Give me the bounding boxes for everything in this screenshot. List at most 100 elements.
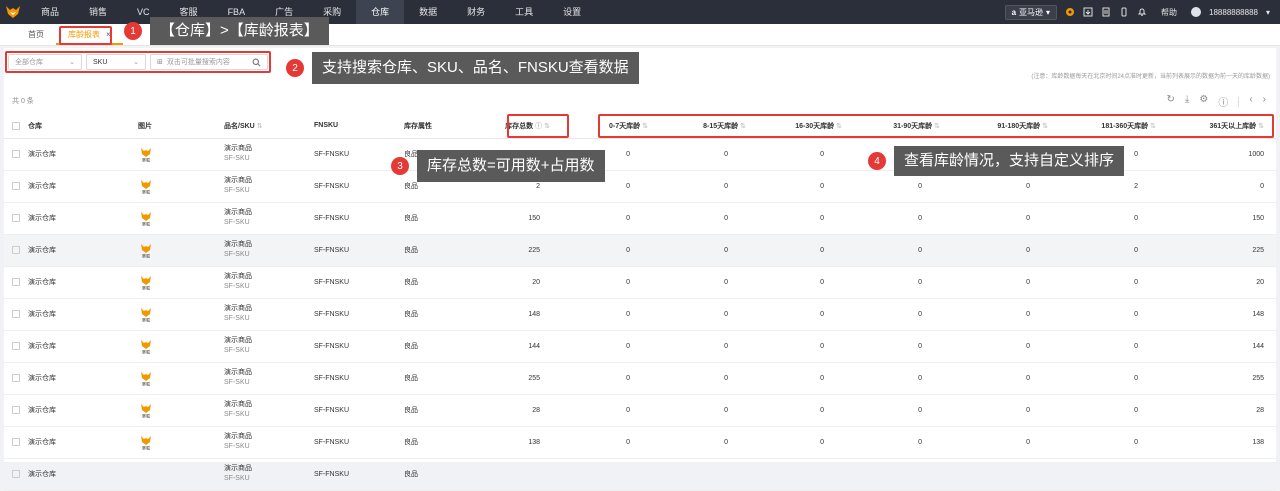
age-cell: 0 bbox=[846, 266, 944, 299]
sort-icon[interactable]: ⇅ bbox=[257, 123, 263, 130]
row-checkbox[interactable] bbox=[12, 406, 20, 414]
refresh-icon[interactable]: ↻ bbox=[1167, 94, 1175, 109]
document-icon[interactable] bbox=[1101, 7, 1111, 17]
row-checkbox[interactable] bbox=[12, 246, 20, 254]
age-cell: 255 bbox=[1160, 362, 1276, 395]
product-thumbnail[interactable]: 赛狐 bbox=[138, 210, 154, 227]
product-thumbnail[interactable]: 赛狐 bbox=[138, 146, 154, 163]
row-checkbox[interactable] bbox=[12, 374, 20, 382]
chevron-down-icon[interactable]: ▾ bbox=[1266, 8, 1270, 17]
row-checkbox[interactable] bbox=[12, 470, 20, 478]
row-checkbox[interactable] bbox=[12, 150, 20, 158]
sort-icon[interactable]: ⇅ bbox=[836, 123, 842, 130]
table-row[interactable]: 演示仓库 赛狐 演示商品 SF-SKU SF-FNSKU 良品 150 0 0 0 0 0 0 150 bbox=[4, 202, 1276, 235]
col-age[interactable]: 0-7天库龄 ⇅ bbox=[558, 114, 652, 139]
sort-icon[interactable]: ⇅ bbox=[642, 123, 648, 130]
tab-home[interactable]: 首页 bbox=[0, 25, 56, 45]
sort-icon[interactable]: ⇅ bbox=[740, 123, 746, 130]
thumbnail-caption: 赛狐 bbox=[142, 285, 150, 291]
help-icon[interactable]: ⓘ bbox=[1218, 94, 1228, 109]
col-age[interactable]: 361天以上库龄 ⇅ bbox=[1160, 114, 1276, 139]
download-icon[interactable] bbox=[1083, 7, 1093, 17]
warehouse-cell: 演示仓库 bbox=[24, 298, 118, 331]
product-thumbnail[interactable]: 赛狐 bbox=[138, 370, 154, 387]
col-age[interactable]: 91-180天库龄 ⇅ bbox=[944, 114, 1052, 139]
fnsku-cell: SF-FNSKU bbox=[298, 170, 388, 203]
table-row[interactable]: 演示仓库 演示商品 SF-SKU SF-FNSKU 良品 bbox=[4, 458, 1276, 491]
callout-1: 1 【仓库】>【库龄报表】 bbox=[124, 17, 329, 45]
help-link[interactable]: 帮助 bbox=[1161, 7, 1177, 18]
col-age[interactable]: 16-30天库龄 ⇅ bbox=[750, 114, 846, 139]
user-account[interactable]: 18888888888 bbox=[1209, 8, 1258, 17]
warehouse-select[interactable]: 全部仓库 ⌄ bbox=[8, 54, 82, 70]
select-all-checkbox[interactable] bbox=[12, 121, 20, 130]
row-checkbox[interactable] bbox=[12, 182, 20, 190]
help-icon[interactable]: ⓘ bbox=[535, 123, 542, 130]
age-cell: 0 bbox=[558, 234, 652, 267]
product-name: 演示商品 bbox=[224, 369, 252, 376]
product-thumbnail[interactable]: 赛狐 bbox=[138, 434, 154, 451]
row-checkbox[interactable] bbox=[12, 310, 20, 318]
fnsku-cell: SF-FNSKU bbox=[298, 458, 388, 491]
row-checkbox[interactable] bbox=[12, 342, 20, 350]
product-thumbnail[interactable]: 赛狐 bbox=[138, 338, 154, 355]
thumbnail-caption: 赛狐 bbox=[142, 253, 150, 259]
region-selector[interactable]: a 亚马逊 ▾ bbox=[1004, 4, 1058, 20]
product-thumbnail[interactable]: 赛狐 bbox=[138, 178, 154, 195]
table-row[interactable]: 演示仓库 赛狐 演示商品 SF-SKU SF-FNSKU 良品 28 0 0 0 0 0 0 28 bbox=[4, 394, 1276, 427]
chevron-down-icon: ⌄ bbox=[69, 59, 75, 66]
prev-page-icon[interactable]: ‹ bbox=[1249, 94, 1252, 109]
search-input[interactable]: ⊞ 双击可批量搜索内容 bbox=[150, 54, 268, 70]
table-row[interactable]: 演示仓库 赛狐 演示商品 SF-SKU SF-FNSKU 良品 148 0 0 0 0 0 0 148 bbox=[4, 298, 1276, 331]
nav-item[interactable]: 销售 bbox=[74, 0, 122, 24]
table-row[interactable]: 演示仓库 赛狐 演示商品 SF-SKU SF-FNSKU 良品 225 0 0 0 0 0 0 225 bbox=[4, 234, 1276, 267]
col-age[interactable]: 31-90天库龄 ⇅ bbox=[846, 114, 944, 139]
age-cell: 148 bbox=[1160, 298, 1276, 331]
row-checkbox[interactable] bbox=[12, 214, 20, 222]
update-notice: (注意：库龄数据每天在北京时间24点准时更新，当前列表展示的数据为前一天的库龄数… bbox=[1031, 74, 1270, 80]
next-page-icon[interactable]: › bbox=[1263, 94, 1266, 109]
product-name: 演示商品 bbox=[224, 305, 252, 312]
table-row[interactable]: 演示仓库 赛狐 演示商品 SF-SKU SF-FNSKU 良品 138 0 0 0 0 0 0 138 bbox=[4, 426, 1276, 459]
col-age[interactable]: 181-360天库龄 ⇅ bbox=[1052, 114, 1160, 139]
nav-item[interactable]: 商品 bbox=[26, 0, 74, 24]
tab-inventory-age-report[interactable]: 库龄报表 × bbox=[56, 25, 123, 45]
product-thumbnail[interactable]: 赛狐 bbox=[138, 306, 154, 323]
export-icon[interactable]: ⤓ bbox=[1185, 94, 1189, 109]
sort-icon[interactable]: ⇅ bbox=[544, 123, 550, 130]
search-field-value: SKU bbox=[93, 58, 108, 66]
name-sku-cell: 演示商品 SF-SKU bbox=[206, 266, 298, 299]
table-row[interactable]: 演示仓库 赛狐 演示商品 SF-SKU SF-FNSKU 良品 20 0 0 0 0 0 0 20 bbox=[4, 266, 1276, 299]
age-cell: 0 bbox=[944, 298, 1052, 331]
mobile-icon[interactable] bbox=[1119, 7, 1129, 17]
nav-item[interactable]: 设置 bbox=[548, 0, 596, 24]
col-age[interactable]: 8-15天库龄 ⇅ bbox=[652, 114, 750, 139]
notification-settings-icon[interactable] bbox=[1065, 7, 1075, 17]
sort-icon[interactable]: ⇅ bbox=[1258, 123, 1264, 130]
settings-icon[interactable]: ⚙ bbox=[1199, 94, 1208, 109]
amazon-icon: a bbox=[1011, 7, 1017, 17]
bell-icon[interactable] bbox=[1137, 7, 1147, 17]
nav-item[interactable]: 财务 bbox=[452, 0, 500, 24]
fox-logo-icon[interactable] bbox=[0, 0, 26, 24]
nav-item[interactable]: 工具 bbox=[500, 0, 548, 24]
col-name-sku[interactable]: 品名/SKU ⇅ bbox=[206, 114, 298, 139]
product-thumbnail[interactable]: 赛狐 bbox=[138, 402, 154, 419]
nav-item[interactable]: 仓库 bbox=[356, 0, 405, 24]
close-icon[interactable]: × bbox=[106, 30, 111, 39]
product-thumbnail[interactable]: 赛狐 bbox=[138, 274, 154, 291]
sort-icon[interactable]: ⇅ bbox=[1150, 123, 1156, 130]
sort-icon[interactable]: ⇅ bbox=[934, 123, 940, 130]
avatar[interactable] bbox=[1191, 7, 1202, 17]
row-checkbox[interactable] bbox=[12, 438, 20, 446]
total-count: 共 0 条 bbox=[12, 98, 34, 105]
sort-icon[interactable]: ⇅ bbox=[1042, 123, 1048, 130]
search-field-select[interactable]: SKU ⌄ bbox=[86, 54, 146, 70]
product-thumbnail[interactable]: 赛狐 bbox=[138, 242, 154, 259]
col-total[interactable]: 库存总数 ⓘ ⇅ bbox=[476, 114, 558, 139]
row-checkbox[interactable] bbox=[12, 278, 20, 286]
table-row[interactable]: 演示仓库 赛狐 演示商品 SF-SKU SF-FNSKU 良品 255 0 0 0 0 0 0 255 bbox=[4, 362, 1276, 395]
search-icon[interactable] bbox=[252, 58, 261, 67]
table-row[interactable]: 演示仓库 赛狐 演示商品 SF-SKU SF-FNSKU 良品 144 0 0 0 0 0 0 144 bbox=[4, 330, 1276, 363]
nav-item[interactable]: 数据 bbox=[404, 0, 452, 24]
